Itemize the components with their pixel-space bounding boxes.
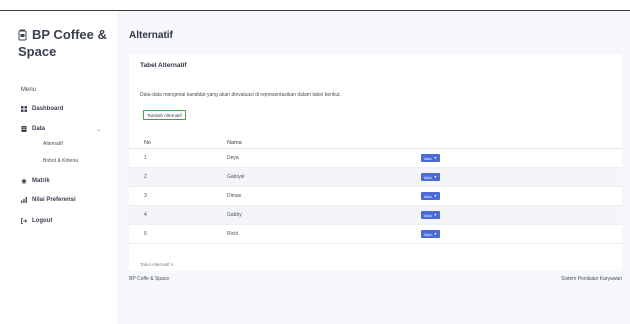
brand[interactable]: BP Coffee & Space: [18, 26, 118, 60]
card-title: Tabel Alternatif: [140, 62, 187, 69]
sidebar-item-matrik[interactable]: Matrik: [21, 178, 101, 184]
sidebar-item-label: Nilai Preferensi: [32, 197, 76, 203]
star-icon: [21, 178, 27, 184]
aksi-dropdown-button[interactable]: Aksi ▼: [421, 211, 441, 219]
chevron-down-icon[interactable]: ⌄: [96, 126, 101, 133]
aksi-dropdown-button[interactable]: Aksi ▼: [421, 192, 441, 200]
sidebar-item-dashboard[interactable]: Dashboard: [21, 106, 101, 112]
row-no: 3: [144, 193, 147, 199]
row-name: Richi: [227, 231, 239, 237]
caret-down-icon: ▼: [433, 175, 438, 179]
aksi-label: Aksi: [424, 212, 432, 218]
card-description: Data-data mengenai kandidat yang akan di…: [140, 92, 341, 98]
table-row: 2 Gabryel Aksi ▼: [129, 168, 622, 187]
coffee-cup-icon: [18, 29, 27, 41]
alternatif-card: Tabel Alternatif Data-data mengenai kand…: [129, 54, 622, 271]
aksi-dropdown-button[interactable]: Aksi ▼: [421, 173, 441, 181]
caret-down-icon: ▼: [433, 232, 438, 236]
grid-icon: [21, 106, 27, 112]
table-row: 3 Dimas Aksi ▼: [129, 187, 622, 206]
row-name: Gabby: [227, 212, 242, 218]
aksi-label: Aksi: [424, 193, 432, 199]
aksi-label: Aksi: [424, 174, 432, 180]
footer-app-name: Sistem Penilaian Karyawan: [561, 276, 622, 282]
aksi-dropdown-button[interactable]: Aksi ▼: [421, 230, 441, 238]
row-no: 5: [144, 231, 147, 237]
row-name: Deya: [227, 155, 239, 161]
row-name: Gabryel: [227, 174, 245, 180]
sidebar-item-label: Matrik: [32, 178, 50, 184]
main-content: Alternatif Tabel Alternatif Data-data me…: [117, 11, 630, 324]
row-name: Dimas: [227, 193, 242, 199]
footer-brand: BP Coffe & Space: [129, 276, 170, 282]
sidebar-subitem-bobot-kriteria[interactable]: Bobot & Kriteria: [43, 158, 78, 164]
sidebar-item-data[interactable]: Data ⌄: [21, 126, 101, 133]
bar-chart-icon: [21, 197, 27, 203]
aksi-label: Aksi: [424, 231, 432, 237]
row-no: 4: [144, 212, 147, 218]
page-title: Alternatif: [129, 30, 173, 41]
add-alternatif-button[interactable]: Tambah Alternatif: [143, 110, 186, 120]
sidebar-item-logout[interactable]: Logout: [21, 218, 101, 224]
caret-down-icon: ▼: [433, 213, 438, 217]
brand-name-line2: Space: [18, 44, 57, 59]
logout-icon: [21, 218, 28, 224]
document-icon: [21, 126, 27, 132]
menu-header: Menu: [21, 87, 37, 93]
table-caption: Tabel Alternatif A.: [140, 262, 175, 267]
caret-down-icon: ▼: [433, 194, 438, 198]
sidebar-subitem-alternatif[interactable]: Alternatif: [43, 141, 63, 147]
column-header-name: Nama: [227, 139, 242, 146]
sidebar-item-label: Data: [32, 126, 46, 132]
sidebar-item-label: Logout: [32, 218, 53, 224]
sidebar-item-label: Dashboard: [32, 106, 64, 112]
row-no: 2: [144, 174, 147, 180]
table-header: No Nama: [129, 137, 622, 149]
table-row: 4 Gabby Aksi ▼: [129, 206, 622, 225]
table-row: 5 Richi Aksi ▼: [129, 225, 622, 244]
column-header-no: No: [144, 139, 152, 146]
sidebar: BP Coffee & Space Menu Dashboard Data ⌄ …: [0, 11, 117, 324]
aksi-label: Aksi: [424, 155, 432, 161]
brand-name-line1: BP Coffee &: [32, 27, 107, 42]
alternatif-table: No Nama 1 Deya Aksi ▼ 2 Gabryel Aksi ▼ 3 D…: [129, 137, 622, 244]
table-body: 1 Deya Aksi ▼ 2 Gabryel Aksi ▼ 3 Dimas Aks…: [129, 149, 622, 244]
aksi-dropdown-button[interactable]: Aksi ▼: [421, 154, 441, 162]
sidebar-item-nilai-preferensi[interactable]: Nilai Preferensi: [21, 197, 101, 203]
caret-down-icon: ▼: [433, 156, 438, 160]
row-no: 1: [144, 155, 147, 161]
table-row: 1 Deya Aksi ▼: [129, 149, 622, 168]
